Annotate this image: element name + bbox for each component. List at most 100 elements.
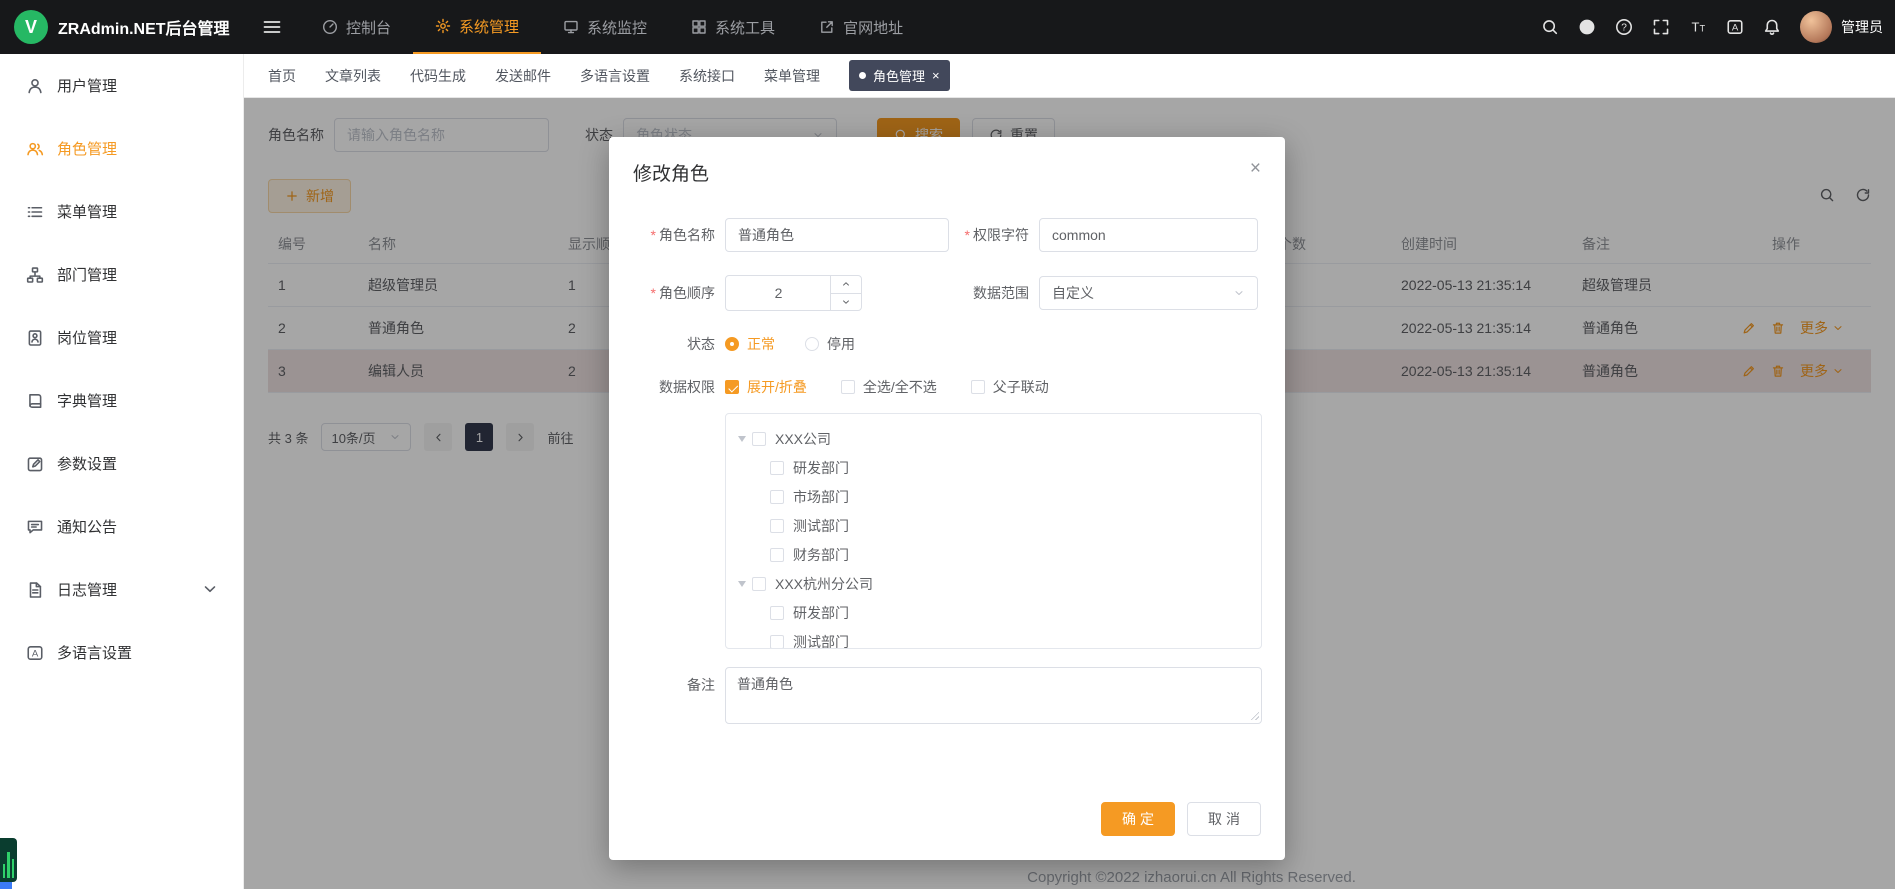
hamburger-icon[interactable] (244, 0, 300, 54)
tab-api[interactable]: 系统接口 (679, 66, 735, 86)
sidebar-item-parameters[interactable]: 参数设置 (0, 432, 243, 495)
caret-down-icon[interactable] (732, 576, 752, 591)
sidebar-item-label: 日志管理 (57, 579, 117, 600)
logo-icon: V (14, 10, 48, 44)
sidebar-item-menus[interactable]: 菜单管理 (0, 180, 243, 243)
radio-dot-icon (725, 337, 739, 351)
sidebar-item-label: 参数设置 (57, 453, 117, 474)
tree-node-child[interactable]: 测试部门 (726, 627, 1261, 649)
tree-node-child[interactable]: 测试部门 (726, 511, 1261, 540)
font-size-icon[interactable] (1679, 0, 1716, 54)
tree-checkbox[interactable] (770, 606, 784, 620)
tree-node-label: XXX杭州分公司 (775, 574, 873, 594)
fullscreen-icon[interactable] (1642, 0, 1679, 54)
expand-collapse-checkbox[interactable]: 展开/折叠 (725, 377, 807, 397)
tree-node-label: XXX公司 (775, 429, 831, 449)
tab-menus[interactable]: 菜单管理 (764, 66, 820, 86)
github-icon[interactable] (1568, 0, 1605, 54)
tree-checkbox[interactable] (770, 635, 784, 649)
tree-checkbox[interactable] (770, 519, 784, 533)
dictionary-icon (26, 392, 44, 410)
sidebar-item-label: 用户管理 (57, 75, 117, 96)
data-scope-select[interactable]: 自定义 (1039, 276, 1258, 310)
sidebar-item-notices[interactable]: 通知公告 (0, 495, 243, 558)
sidebar-item-posts[interactable]: 岗位管理 (0, 306, 243, 369)
permission-tree: XXX公司 研发部门 市场部门 测试部门 财务部门 XXX杭州分公司 (725, 413, 1262, 649)
tree-checkbox[interactable] (770, 461, 784, 475)
sidebar-item-departments[interactable]: 部门管理 (0, 243, 243, 306)
tree-node-child[interactable]: 市场部门 (726, 482, 1261, 511)
nav-item-system-monitor[interactable]: 系统监控 (541, 0, 669, 54)
checkbox-label: 父子联动 (993, 377, 1049, 397)
user-icon (26, 77, 44, 95)
app-title: ZRAdmin.NET后台管理 (58, 15, 230, 39)
checkbox-label: 展开/折叠 (747, 377, 807, 397)
confirm-button[interactable]: 确定 (1101, 802, 1175, 836)
sidebar-item-logs[interactable]: 日志管理 (0, 558, 243, 621)
tools-icon (691, 19, 707, 35)
close-icon[interactable] (932, 68, 940, 83)
chevron-down-icon (1233, 286, 1245, 300)
post-badge-icon (26, 329, 44, 347)
data-permission-label: 数据权限 (633, 377, 725, 397)
user-menu[interactable]: 管理员 (1800, 11, 1883, 43)
sidebar-item-label: 岗位管理 (57, 327, 117, 348)
stepper-up-icon[interactable] (831, 276, 861, 294)
monitor-icon (563, 19, 579, 35)
parent-child-link-checkbox[interactable]: 父子联动 (971, 377, 1049, 397)
sidebar-item-users[interactable]: 用户管理 (0, 54, 243, 117)
nav-label: 控制台 (346, 17, 391, 38)
language-icon[interactable] (1716, 0, 1753, 54)
tab-codegen[interactable]: 代码生成 (410, 66, 466, 86)
tab-home[interactable]: 首页 (268, 66, 296, 86)
tree-node-child[interactable]: 财务部门 (726, 540, 1261, 569)
nav-item-system-tools[interactable]: 系统工具 (669, 0, 797, 54)
remark-textarea[interactable]: 普通角色 (725, 667, 1262, 724)
select-all-checkbox[interactable]: 全选/全不选 (841, 377, 937, 397)
sidebar-item-dictionary[interactable]: 字典管理 (0, 369, 243, 432)
role-name-field[interactable] (725, 218, 949, 252)
stepper-buttons (830, 276, 861, 310)
tree-node-child[interactable]: 研发部门 (726, 453, 1261, 482)
tab-sendmail[interactable]: 发送邮件 (495, 66, 551, 86)
tree-node-label: 研发部门 (793, 458, 849, 478)
tree-node-label: 测试部门 (793, 516, 849, 536)
status-radio-normal[interactable]: 正常 (725, 334, 775, 354)
tab-label: 角色管理 (873, 66, 925, 85)
close-icon[interactable] (1250, 159, 1261, 178)
tab-languages[interactable]: 多语言设置 (580, 66, 650, 86)
remark-label: 备注 (633, 667, 725, 695)
stepper-down-icon[interactable] (831, 294, 861, 311)
tab-articles[interactable]: 文章列表 (325, 66, 381, 86)
tree-checkbox[interactable] (752, 577, 766, 591)
help-icon[interactable] (1605, 0, 1642, 54)
tree-node-parent[interactable]: XXX公司 (726, 424, 1261, 453)
search-icon[interactable] (1531, 0, 1568, 54)
tree-checkbox[interactable] (770, 548, 784, 562)
sidebar-item-languages[interactable]: 多语言设置 (0, 621, 243, 684)
role-key-field[interactable] (1039, 218, 1258, 252)
sidebar-item-label: 字典管理 (57, 390, 117, 411)
sidebar: 用户管理 角色管理 菜单管理 部门管理 岗位管理 字典管理 参数设置 通知公告 … (0, 54, 244, 889)
tree-node-child[interactable]: 研发部门 (726, 598, 1261, 627)
log-icon (26, 581, 44, 599)
dashboard-icon (322, 19, 338, 35)
taskbar-strip (0, 882, 12, 889)
tree-checkbox[interactable] (770, 490, 784, 504)
dialog-title: 修改角色 (633, 159, 709, 186)
role-sort-stepper[interactable]: 2 (725, 275, 862, 311)
tree-node-label: 研发部门 (793, 603, 849, 623)
cancel-button[interactable]: 取消 (1187, 802, 1261, 836)
tab-roles-active[interactable]: 角色管理 (849, 60, 950, 91)
system-tray-widget[interactable] (0, 838, 17, 882)
bell-icon[interactable] (1753, 0, 1790, 54)
sidebar-item-roles[interactable]: 角色管理 (0, 117, 243, 180)
user-label: 管理员 (1841, 17, 1883, 37)
tree-node-parent[interactable]: XXX杭州分公司 (726, 569, 1261, 598)
tree-checkbox[interactable] (752, 432, 766, 446)
caret-down-icon[interactable] (732, 431, 752, 446)
nav-item-website[interactable]: 官网地址 (797, 0, 925, 54)
nav-item-console[interactable]: 控制台 (300, 0, 413, 54)
status-radio-disabled[interactable]: 停用 (805, 334, 855, 354)
nav-item-system-management[interactable]: 系统管理 (413, 0, 541, 54)
